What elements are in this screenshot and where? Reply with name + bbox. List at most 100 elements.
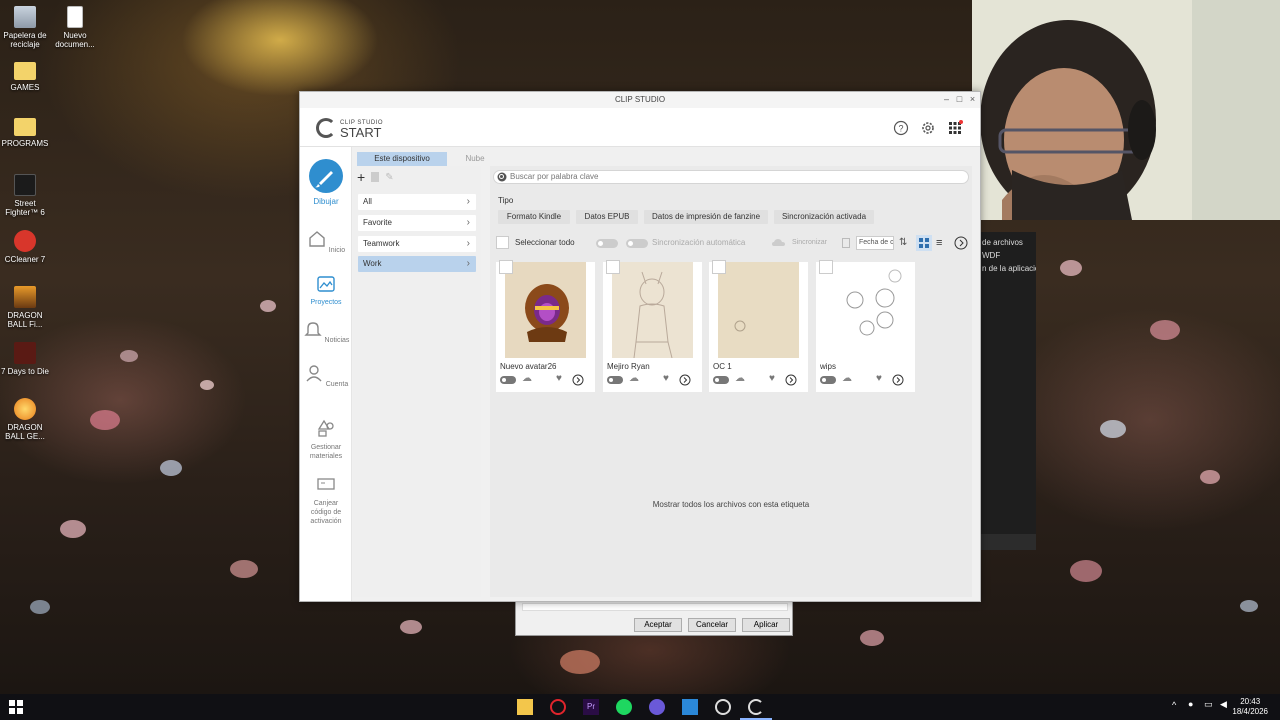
desktop-icon-dragonball-gekishin[interactable]: DRAGON BALL GE... [0,398,50,441]
add-tag-icon[interactable]: + [357,170,365,184]
open-circle-icon[interactable] [679,374,691,386]
file-card[interactable]: wips ☁ ♥ [816,260,915,392]
file-checkbox[interactable] [606,260,620,274]
file-card[interactable]: OC 1 ☁ ♥ [709,260,808,392]
file-sync-toggle[interactable] [607,376,623,384]
help-icon[interactable]: ? [893,120,909,136]
select-all-label: Seleccionar todo [515,238,575,247]
open-circle-icon[interactable] [572,374,584,386]
tag-item-work[interactable]: Work › [358,256,476,272]
chevron-right-icon: › [466,238,470,249]
spotify-icon[interactable] [616,699,632,715]
select-all-checkbox[interactable] [496,234,510,252]
cancel-button[interactable]: Cancelar [688,618,736,632]
delete-tag-icon[interactable] [371,172,380,182]
desktop-icon-dragonball-fighterz[interactable]: DRAGON BALL Fi... [0,286,50,329]
file-card[interactable]: Nuevo avatar26 ☁ ♥ [496,260,595,392]
chevron-up-icon[interactable]: ^ [1172,700,1176,710]
discord-icon[interactable] [649,699,665,715]
search-input[interactable]: Buscar por palabra clave [493,170,969,184]
show-all-files-link[interactable]: Mostrar todos los archivos con esta etiq… [490,500,972,509]
file-thumbnail[interactable] [505,262,586,358]
file-explorer-icon[interactable] [517,699,533,715]
heart-icon[interactable]: ♥ [556,373,562,384]
microphone-icon[interactable]: ● [1188,699,1193,709]
file-checkbox[interactable] [712,260,726,274]
background-app-panel: de archivos WDF n de la aplicación [980,232,1036,550]
close-icon[interactable]: × [966,92,979,108]
sort-select[interactable]: Fecha de c [856,234,894,252]
maximize-icon[interactable]: □ [953,92,966,108]
filter-fanzine[interactable]: Datos de impresión de fanzine [644,210,768,224]
next-circle-icon[interactable] [954,234,968,252]
list-view-icon[interactable]: ≡ [936,234,942,252]
tag-item-favorite[interactable]: Favorite › [358,215,476,231]
heart-icon[interactable]: ♥ [663,373,669,384]
system-clock[interactable]: 20:43 18/4/2026 [1232,697,1268,717]
dialog-field [522,603,788,611]
apps-grid-icon[interactable] [947,120,963,136]
accept-button[interactable]: Aceptar [634,618,682,632]
sync-label[interactable]: Sincronizar [792,234,832,252]
nav-projects[interactable]: Proyectos [300,274,352,306]
file-thumbnail[interactable] [612,262,693,359]
premiere-icon[interactable]: Pr [583,699,599,715]
network-icon[interactable]: ▭ [1204,699,1213,710]
apply-button[interactable]: Aplicar [742,618,790,632]
clip-studio-taskbar-icon[interactable] [748,699,764,715]
tag-item-teamwork[interactable]: Teamwork › [358,236,476,252]
nav-redeem-code[interactable]: Canjear código de activación [300,474,352,526]
tag-item-all[interactable]: All › [358,194,476,210]
tab-cloud[interactable]: Nube [447,152,503,166]
app-icon[interactable] [715,699,731,715]
nav-label: Inicio [328,247,346,254]
edit-tag-icon[interactable]: ✎ [385,172,393,183]
file-sync-toggle[interactable] [820,376,836,384]
sync-toggle[interactable] [596,239,618,248]
cloud-icon[interactable]: ☁ [522,373,532,384]
file-sync-toggle[interactable] [713,376,729,384]
nav-account[interactable]: Cuenta [300,363,352,388]
desktop-icon-new-document[interactable]: Nuevo documen... [50,6,100,49]
desktop-icon-7-days-to-die[interactable]: 7 Days to Die [0,342,50,376]
file-thumbnail[interactable] [825,262,906,358]
tab-device[interactable]: Este dispositivo [357,152,447,166]
file-thumbnail[interactable] [718,262,799,358]
file-actions: ☁ ♥ [607,373,698,387]
open-circle-icon[interactable] [785,374,797,386]
heart-icon[interactable]: ♥ [769,373,775,384]
file-checkbox[interactable] [499,260,513,274]
nav-news[interactable]: Noticias [300,319,352,344]
nav-manage-materials[interactable]: Gestionar materiales [300,418,352,461]
minimize-icon[interactable]: – [940,92,953,108]
desktop-icon-recycle-bin[interactable]: Papelera de reciclaje [0,6,50,49]
filter-epub[interactable]: Datos EPUB [576,210,638,224]
filter-kindle[interactable]: Formato Kindle [498,210,570,224]
cloud-icon[interactable]: ☁ [735,373,745,384]
settings-icon[interactable] [920,120,936,136]
cloud-icon[interactable]: ☁ [629,373,639,384]
nav-home[interactable]: Inicio [300,229,352,254]
file-sync-toggle[interactable] [500,376,516,384]
volume-icon[interactable]: ◀ [1220,699,1227,710]
desktop-icon-programs[interactable]: PROGRAMS [0,118,50,148]
desktop-icon-games[interactable]: GAMES [0,62,50,92]
file-checkbox[interactable] [819,260,833,274]
desktop-icon-ccleaner[interactable]: CCleaner 7 [0,230,50,264]
desktop-icon-street-fighter[interactable]: Street Fighter™ 6 [0,174,50,217]
heart-icon[interactable]: ♥ [876,373,882,384]
grid-view-icon[interactable] [916,234,932,252]
open-circle-icon[interactable] [892,374,904,386]
trash-icon[interactable] [842,234,852,252]
auto-sync-toggle[interactable] [626,239,648,248]
opera-icon[interactable] [550,699,566,715]
file-card[interactable]: Mejiro Ryan ☁ ♥ [603,260,702,392]
cloud-sync-icon[interactable] [770,234,788,252]
windows-start-icon[interactable] [8,699,24,715]
desktop-icon-label: Nuevo documen... [55,31,95,49]
filter-sync-enabled[interactable]: Sincronización activada [774,210,874,224]
cloud-icon[interactable]: ☁ [842,373,852,384]
nav-draw[interactable]: Dibujar [300,159,352,206]
store-icon[interactable] [682,699,698,715]
sort-order-icon[interactable]: ⇅ [899,234,907,252]
